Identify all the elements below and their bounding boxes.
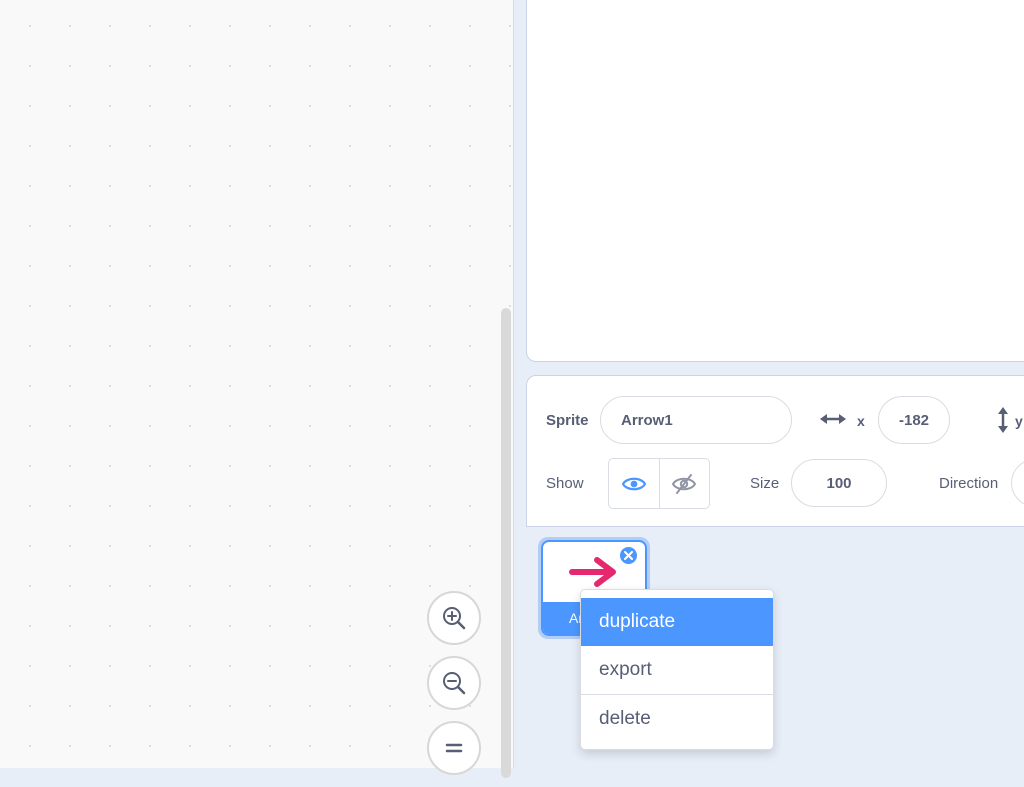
y-label: y: [1015, 413, 1023, 429]
sprite-info-panel: Sprite Arrow1 x -182 y Show Size 100 Dir…: [526, 375, 1024, 527]
zoom-out-button[interactable]: [427, 656, 481, 710]
direction-label: Direction: [939, 475, 999, 492]
close-icon: [624, 551, 633, 560]
eye-icon: [621, 477, 646, 490]
show-label: Show: [546, 475, 584, 492]
delete-sprite-button[interactable]: [618, 545, 639, 566]
visibility-toggle: [608, 458, 710, 509]
vertical-arrows-icon: [995, 407, 1011, 438]
zoom-out-icon: [443, 672, 466, 695]
size-label: Size: [750, 475, 780, 492]
menu-item-export[interactable]: export: [581, 646, 773, 694]
zoom-reset-button[interactable]: [427, 721, 481, 775]
hide-button[interactable]: [658, 459, 710, 508]
menu-item-delete[interactable]: delete: [581, 694, 773, 742]
sprite-context-menu: duplicate export delete: [580, 589, 774, 750]
horizontal-arrows-icon: [820, 411, 846, 432]
x-label: x: [857, 413, 865, 429]
direction-field[interactable]: [1011, 459, 1024, 507]
workspace-scrollbar[interactable]: [501, 308, 511, 778]
show-button[interactable]: [609, 459, 659, 508]
eye-slash-icon: [672, 473, 697, 494]
x-position-field[interactable]: -182: [878, 396, 950, 444]
zoom-in-icon: [443, 607, 466, 630]
sprite-label: Sprite: [546, 412, 589, 429]
arrow-sprite-icon: [569, 557, 616, 587]
size-field[interactable]: 100: [791, 459, 887, 507]
code-workspace[interactable]: [0, 0, 514, 778]
zoom-in-button[interactable]: [427, 591, 481, 645]
zoom-reset-icon: [445, 743, 463, 753]
sprite-name-field[interactable]: Arrow1: [600, 396, 792, 444]
stage[interactable]: [526, 0, 1024, 362]
menu-item-duplicate[interactable]: duplicate: [581, 598, 773, 646]
